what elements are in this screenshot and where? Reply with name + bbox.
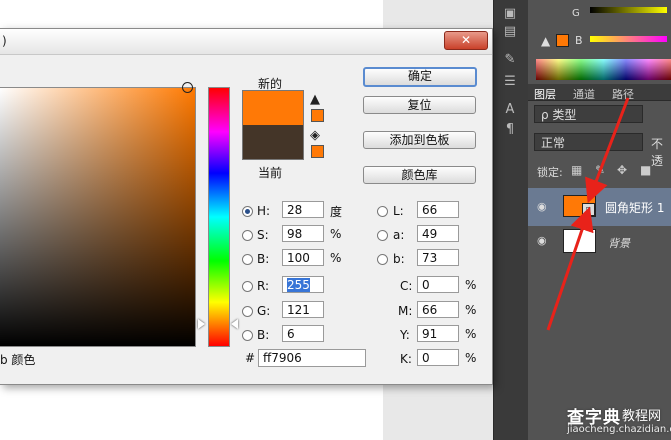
hue-input[interactable]: 28 bbox=[282, 201, 324, 218]
lab-a-radio[interactable] bbox=[377, 230, 388, 241]
lab-a-label: a: bbox=[393, 228, 405, 242]
hex-input[interactable]: ff7906 bbox=[258, 349, 366, 367]
brightness-input[interactable]: 100 bbox=[282, 249, 324, 266]
red-input[interactable]: 255 bbox=[282, 276, 324, 293]
add-to-swatches-button[interactable]: 添加到色板 bbox=[363, 131, 476, 149]
g-slider[interactable] bbox=[590, 7, 667, 13]
hex-hash-label: # bbox=[245, 351, 256, 365]
hue-slider-left-handle[interactable] bbox=[198, 319, 205, 329]
cyan-unit: % bbox=[465, 278, 477, 292]
color-picker-dialog: ) ✕ 新的 当前 ▲ ◈ 确定 复位 添加到色板 颜色库 H: 28 度 S:… bbox=[0, 28, 493, 385]
visibility-eye-icon[interactable]: ◉ bbox=[537, 234, 547, 247]
black-label: K: bbox=[400, 352, 412, 366]
yellow-label: Y: bbox=[400, 328, 410, 342]
lab-a-input[interactable]: 49 bbox=[417, 225, 459, 242]
new-color-swatch bbox=[242, 90, 304, 125]
lab-l-input[interactable]: 66 bbox=[417, 201, 459, 218]
red-label: R: bbox=[257, 279, 270, 293]
opacity-label: 不透 bbox=[651, 137, 664, 168]
b-slider[interactable] bbox=[590, 36, 667, 42]
gamut-correction-swatch[interactable] bbox=[311, 109, 324, 122]
dialog-title: ) bbox=[2, 34, 7, 48]
layer-name[interactable]: 背景 bbox=[608, 235, 630, 251]
lab-b-radio[interactable] bbox=[377, 254, 388, 265]
history-icon[interactable]: ▣ bbox=[501, 6, 519, 22]
ok-button[interactable]: 确定 bbox=[363, 67, 477, 87]
paragraph-icon[interactable]: ¶ bbox=[501, 122, 519, 138]
adjust-icon[interactable]: ☰ bbox=[501, 74, 519, 90]
color-spectrum-shade bbox=[536, 59, 671, 80]
hue-radio[interactable] bbox=[242, 206, 253, 217]
black-unit: % bbox=[465, 351, 477, 365]
tab-layers[interactable]: 图层 bbox=[534, 86, 556, 102]
color-libraries-button[interactable]: 颜色库 bbox=[363, 166, 476, 184]
brightness-unit: % bbox=[330, 251, 342, 265]
layer-name[interactable]: 圆角矩形 1 bbox=[605, 199, 664, 216]
b-channel-label: B bbox=[575, 34, 583, 47]
layer-thumbnail[interactable] bbox=[563, 229, 596, 253]
brightness-radio[interactable] bbox=[242, 254, 253, 265]
red-radio[interactable] bbox=[242, 281, 253, 292]
lock-pixels-icon[interactable]: ✎ bbox=[595, 163, 605, 177]
black-input[interactable]: 0 bbox=[417, 349, 459, 366]
green-label: G: bbox=[257, 304, 271, 318]
magenta-unit: % bbox=[465, 303, 477, 317]
saturation-radio[interactable] bbox=[242, 230, 253, 241]
magenta-input[interactable]: 66 bbox=[417, 301, 459, 318]
red-input-value: 255 bbox=[287, 278, 310, 292]
reset-button[interactable]: 复位 bbox=[363, 96, 476, 114]
current-color-swatch[interactable] bbox=[242, 125, 304, 160]
layer-filter-select[interactable]: ρ 类型 bbox=[534, 105, 643, 123]
visibility-eye-icon[interactable]: ◉ bbox=[537, 200, 547, 213]
hue-unit: 度 bbox=[330, 205, 343, 219]
brightness-label: B: bbox=[257, 252, 270, 266]
dialog-titlebar[interactable]: ) ✕ bbox=[0, 29, 492, 55]
brush-icon[interactable]: ✎ bbox=[501, 52, 519, 68]
out-of-gamut-warning-icon: ▲ bbox=[310, 92, 320, 107]
layer-row[interactable] bbox=[528, 227, 671, 257]
saturation-brightness-field[interactable] bbox=[0, 87, 196, 347]
only-web-colors-label[interactable]: b 颜色 bbox=[0, 351, 35, 368]
shape-layer-badge-icon: ▫ bbox=[582, 203, 595, 216]
blue-label: B: bbox=[257, 328, 270, 342]
cyan-input[interactable]: 0 bbox=[417, 276, 459, 293]
actions-icon[interactable]: ▤ bbox=[501, 24, 519, 40]
watermark-url: jiaocheng.chazidian.com bbox=[567, 424, 671, 435]
lock-all-icon[interactable]: ■ bbox=[640, 163, 651, 177]
color-field-marker[interactable] bbox=[182, 82, 193, 93]
lab-b-label: b: bbox=[393, 252, 405, 266]
lock-label: 锁定: bbox=[537, 166, 563, 179]
blue-radio[interactable] bbox=[242, 330, 253, 341]
saturation-input[interactable]: 98 bbox=[282, 225, 324, 242]
yellow-input[interactable]: 91 bbox=[417, 325, 459, 342]
tab-channels[interactable]: 通道 bbox=[573, 86, 595, 102]
g-channel-label: G bbox=[572, 8, 580, 19]
blue-input[interactable]: 6 bbox=[282, 325, 324, 342]
lock-position-icon[interactable]: ✥ bbox=[617, 163, 627, 177]
hue-slider[interactable] bbox=[208, 87, 230, 347]
green-radio[interactable] bbox=[242, 306, 253, 317]
gamut-warning-icon: ▲ bbox=[541, 34, 551, 48]
green-input[interactable]: 121 bbox=[282, 301, 324, 318]
lab-b-input[interactable]: 73 bbox=[417, 249, 459, 266]
saturation-label: S: bbox=[257, 228, 269, 242]
current-color-label: 当前 bbox=[258, 166, 283, 180]
lock-transparency-icon[interactable]: ▦ bbox=[571, 163, 582, 177]
web-safe-cube-icon: ◈ bbox=[310, 128, 320, 143]
cyan-label: C: bbox=[400, 279, 413, 293]
gamut-swatch[interactable] bbox=[556, 34, 569, 47]
yellow-unit: % bbox=[465, 327, 477, 341]
blend-mode-select[interactable]: 正常 bbox=[534, 133, 643, 151]
text-icon[interactable]: A bbox=[501, 102, 519, 118]
saturation-unit: % bbox=[330, 227, 342, 241]
web-safe-swatch[interactable] bbox=[311, 145, 324, 158]
hue-label: H: bbox=[257, 204, 271, 218]
close-button[interactable]: ✕ bbox=[444, 31, 488, 50]
lab-l-label: L: bbox=[393, 204, 404, 218]
tab-paths[interactable]: 路径 bbox=[612, 86, 634, 102]
watermark-section: 教程网 bbox=[622, 409, 662, 424]
lab-l-radio[interactable] bbox=[377, 206, 388, 217]
magenta-label: M: bbox=[398, 304, 413, 318]
hue-slider-right-handle[interactable] bbox=[231, 319, 238, 329]
